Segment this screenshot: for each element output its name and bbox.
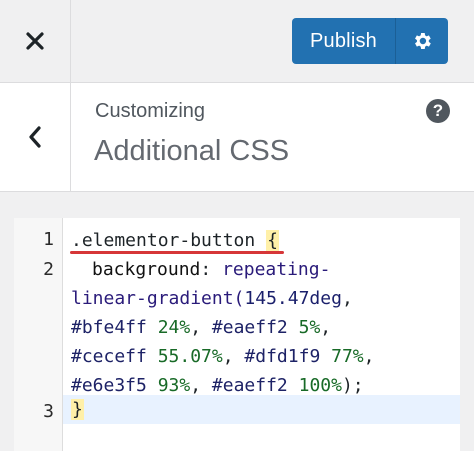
publish-settings-button[interactable] [395,18,448,64]
color-stop: 93% [157,375,191,396]
css-function: linear-gradient( [71,288,245,309]
code-line: linear-gradient(145.47deg, [71,284,353,313]
line-number-gutter: 1 2 3 [14,218,63,451]
statement-end: ); [341,375,364,396]
color-hex: #dfd1f9 [244,346,321,367]
css-property: background [92,259,201,280]
color-hex: #bfe4ff [71,317,147,338]
colon: : [200,259,223,280]
color-hex: #eaeff2 [211,375,288,396]
open-brace: { [266,230,279,251]
back-button[interactable] [0,83,71,191]
code-line: background: repeating- [92,255,330,284]
color-stop: 5% [298,317,321,338]
color-stop: 77% [331,346,364,367]
line-number: 2 [43,259,54,280]
close-brace: } [71,399,84,420]
code-line: #e6e3f5 93%, #eaeff2 100%); [71,375,364,396]
color-stop: 100% [298,375,342,396]
line-number: 1 [43,229,54,250]
red-underline-annotation [70,251,284,254]
code-line: } [71,395,84,424]
publish-button-group: Publish [292,18,448,64]
code-line: #ceceff 55.07%, #dfd1f9 77%, [71,346,375,367]
page-title: Additional CSS [94,135,290,167]
close-customizer-button[interactable] [0,0,71,82]
line-number: 3 [43,401,54,422]
publish-button[interactable]: Publish [292,18,395,64]
css-value: repeating- [222,259,331,280]
color-hex: #eaeff2 [211,317,288,338]
section-header: Customizing Additional CSS ? [0,83,474,192]
close-icon [26,32,44,50]
gear-icon [415,33,431,49]
color-hex: #ceceff [71,346,147,367]
breadcrumb: Customizing [95,100,206,122]
color-stop: 24% [157,317,191,338]
help-icon[interactable]: ? [426,99,450,123]
code-line: #bfe4ff 24%, #eaeff2 5%, [71,317,332,338]
color-hex: #e6e3f5 [71,375,147,396]
css-angle: 145.47deg [244,288,342,309]
css-selector: .elementor-button [71,230,256,251]
chevron-left-icon [29,126,41,148]
customizer-topbar: Publish [0,0,474,83]
color-stop: 55.07% [157,346,223,367]
comma: , [341,288,353,309]
